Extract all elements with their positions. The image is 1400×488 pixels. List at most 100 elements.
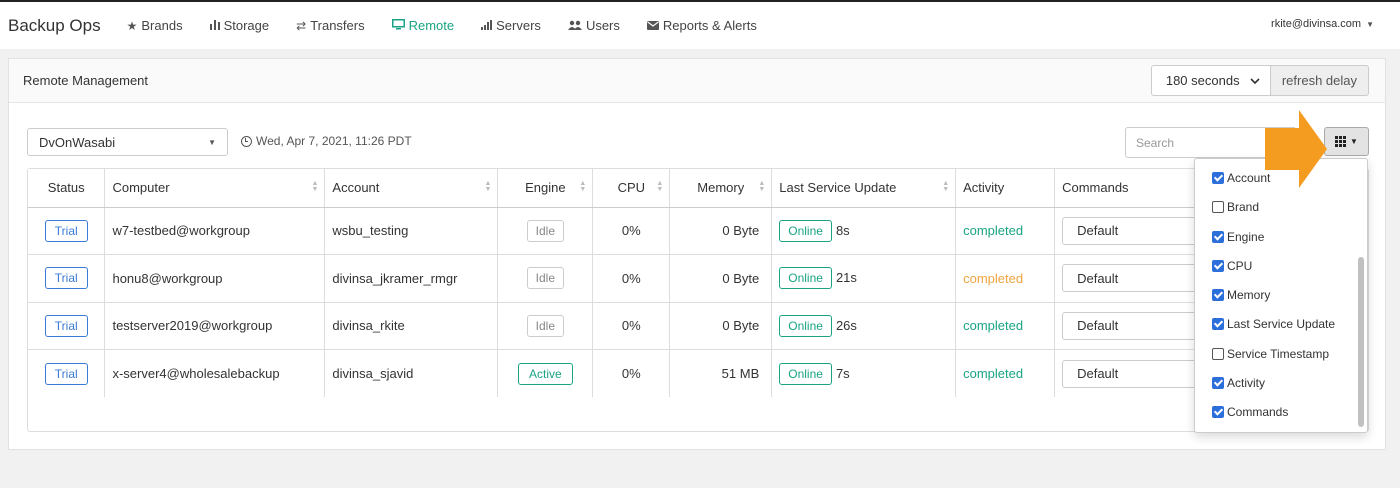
column-option-brand[interactable]: Brand [1212,200,1259,214]
sort-icon: ▲ ▼ [311,180,319,193]
account-cell: divinsa_jkramer_rmgr [324,254,499,302]
user-email: rkite@divinsa.com [1271,18,1362,30]
star-icon: ★ [126,18,138,33]
memory-cell: 51 MB [669,349,773,397]
command-select[interactable]: Default [1062,264,1203,293]
column-option-commands[interactable]: Commands [1212,405,1288,419]
column-option-service-timestamp[interactable]: Service Timestamp [1212,347,1329,361]
refresh-delay-select[interactable]: 180 seconds [1150,65,1270,96]
account-cell: divinsa_rkite [324,301,499,350]
checkbox-checked[interactable] [1212,289,1224,301]
column-option-last-service-update[interactable]: Last Service Update [1212,317,1335,331]
activity-cell: completed [955,349,1056,397]
computers-table-container: Status Computer ▲ ▼ Account ▲ ▼ Engine ▲ ▼ CPU… [27,168,1369,432]
table-row: Trial honu8@workgroup divinsa_jkramer_rm… [28,254,1368,302]
checkbox-checked[interactable] [1212,377,1224,389]
column-header-engine[interactable]: Engine ▲ ▼ [497,169,594,208]
memory-cell: 0 Byte [669,301,773,350]
nav-item-label: Transfers [310,18,365,33]
column-header-status[interactable]: Status [28,169,106,208]
column-visibility-menu: Account Brand Engine CPU Memory Last Ser… [1194,158,1368,433]
column-option-engine[interactable]: Engine [1212,230,1264,244]
highlight-arrow-icon [1265,110,1327,188]
panel-title: Remote Management [23,73,149,88]
account-select[interactable]: DvOnWasabi ▼ [27,128,228,156]
online-badge: Online [779,267,832,290]
computers-table: Status Computer ▲ ▼ Account ▲ ▼ Engine ▲ ▼ CPU… [28,169,1368,397]
engine-badge: Active [518,362,573,385]
cpu-cell: 0% [592,349,671,397]
sort-icon: ▲ ▼ [758,180,766,193]
nav-item-label: Brands [141,18,183,33]
desktop-icon [391,18,405,33]
nav-item-brands[interactable]: ★ Brands [127,18,183,33]
column-header-last-service-update[interactable]: Last Service Update ▲ ▼ [771,169,957,208]
cpu-cell: 0% [592,254,671,302]
command-select[interactable]: Default [1062,216,1203,245]
memory-cell: 0 Byte [669,254,773,302]
activity-cell: completed [955,301,1056,350]
column-option-account[interactable]: Account [1212,171,1270,185]
online-badge: Online [779,362,832,385]
command-select[interactable]: Default [1062,359,1203,388]
checkbox-checked[interactable] [1212,231,1224,243]
activity-cell: completed [955,254,1056,302]
app-title[interactable]: Backup Ops [8,16,101,36]
nav-item-label: Servers [496,18,541,33]
online-badge: Online [779,314,832,337]
signal-icon [481,19,493,33]
service-age: 21s [835,270,857,286]
column-option-memory[interactable]: Memory [1212,288,1270,302]
nav-item-remote[interactable]: Remote [391,18,454,33]
transfer-arrows-icon: ⇄ [296,18,307,33]
menu-scrollbar[interactable] [1358,257,1364,427]
clock-icon [241,135,252,147]
column-option-activity[interactable]: Activity [1212,376,1265,390]
status-badge: Trial [44,362,88,385]
account-cell: divinsa_sjavid [324,349,499,397]
checkbox-checked[interactable] [1212,406,1224,418]
nav-item-storage[interactable]: Storage [209,18,270,33]
checkbox-unchecked[interactable] [1212,348,1224,360]
cpu-cell: 0% [592,206,671,255]
panel-header: Remote Management 180 seconds refresh de… [9,59,1385,103]
chevron-down-icon [1250,77,1260,84]
refresh-delay-group: 180 seconds refresh delay [1150,65,1369,96]
chevron-down-icon: ▼ [208,137,216,147]
sort-icon: ▲ ▼ [656,180,664,193]
engine-badge: Idle [526,314,565,337]
nav-item-servers[interactable]: Servers [481,18,541,33]
nav-item-users[interactable]: Users [567,18,620,33]
nav-item-transfers[interactable]: ⇄ Transfers [296,18,364,33]
checkbox-checked[interactable] [1212,318,1224,330]
checkbox-checked[interactable] [1212,172,1224,184]
command-select[interactable]: Default [1062,311,1203,340]
column-header-computer[interactable]: Computer ▲ ▼ [104,169,326,208]
envelope-icon [646,19,659,33]
checkbox-checked[interactable] [1212,260,1224,272]
column-header-cpu[interactable]: CPU ▲ ▼ [592,169,671,208]
user-menu[interactable]: rkite@divinsa.com ▼ [1271,18,1374,30]
computer-cell: honu8@workgroup [104,254,326,302]
computer-cell: x-server4@wholesalebackup [104,349,326,397]
table-row: Trial w7-testbed@workgroup wsbu_testing … [28,206,1368,255]
nav-item-label: Storage [223,18,270,33]
nav-item-label: Users [585,18,620,33]
status-badge: Trial [44,219,88,242]
account-select-value: DvOnWasabi [39,134,116,150]
status-badge: Trial [44,267,88,290]
engine-badge: Idle [526,267,565,290]
column-header-account[interactable]: Account ▲ ▼ [324,169,499,208]
last-refresh-timestamp: Wed, Apr 7, 2021, 11:26 PDT [241,134,412,148]
column-option-cpu[interactable]: CPU [1212,259,1252,273]
column-header-memory[interactable]: Memory ▲ ▼ [669,169,773,208]
timestamp-text: Wed, Apr 7, 2021, 11:26 PDT [256,134,412,148]
column-header-activity[interactable]: Activity [955,169,1056,208]
nav-item-reports-alerts[interactable]: Reports & Alerts [646,18,757,33]
service-age: 26s [835,317,857,333]
checkbox-unchecked[interactable] [1212,201,1224,213]
memory-cell: 0 Byte [669,206,773,255]
column-toggle-button[interactable]: ▼ [1324,127,1369,156]
service-age: 8s [835,222,850,238]
sort-icon: ▲ ▼ [579,180,587,193]
